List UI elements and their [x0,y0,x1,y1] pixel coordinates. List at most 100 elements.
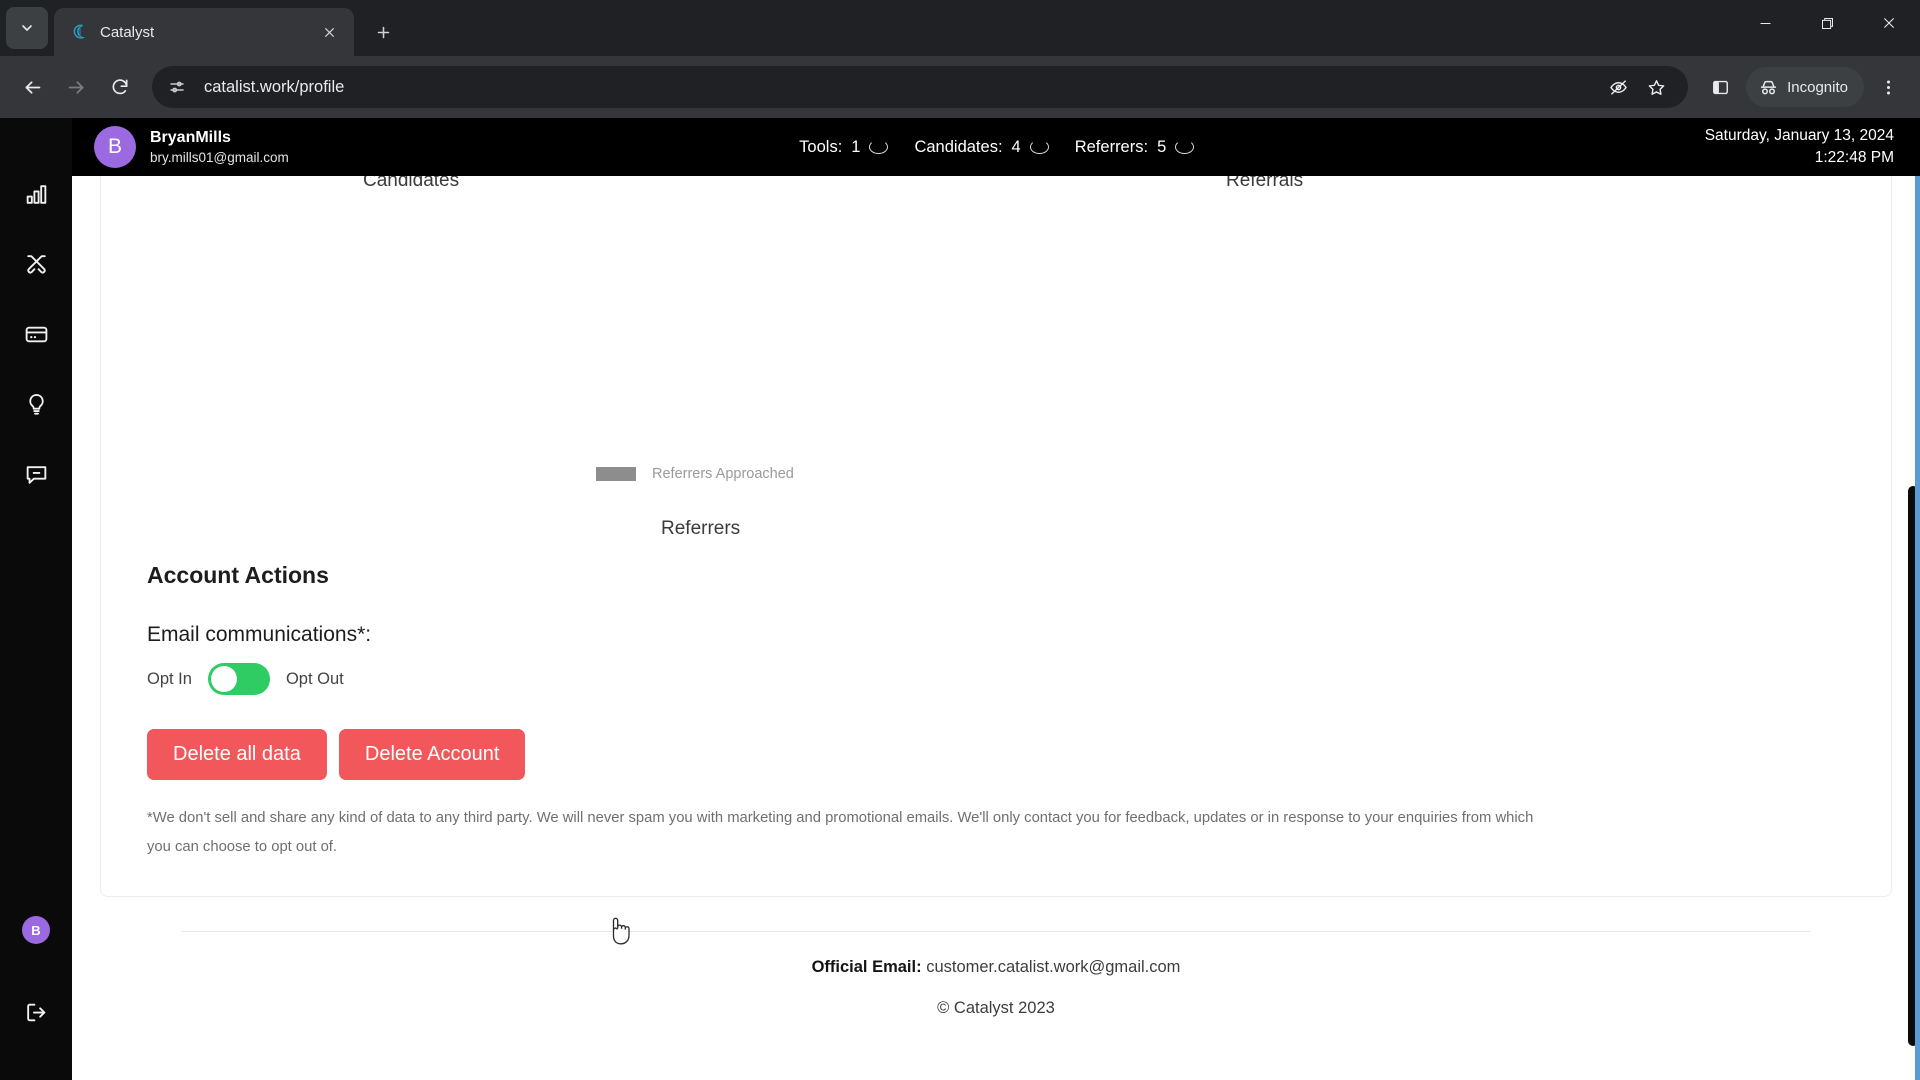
footer-email-value[interactable]: customer.catalist.work@gmail.com [926,958,1180,976]
close-icon [324,27,334,37]
header-clock: Saturday, January 13, 2024 1:22:48 PM [1705,125,1894,169]
forward-arrow-icon [68,80,83,94]
tools-hammer-wrench-icon [26,254,46,273]
web-content-viewport: B B BryanMills bry.mills01@gmail.com Too… [0,118,1920,1080]
avatar[interactable]: B [94,126,136,168]
stat-candidates-value: 4 [1011,137,1021,156]
logout-arrow-icon [26,1003,45,1021]
window-maximize-button[interactable] [1796,0,1858,46]
forward-button[interactable] [56,67,96,107]
referrers-chart-label: Referrers [661,518,741,539]
browser-tab-catalyst[interactable]: Catalyst [54,8,354,56]
tune-sliders-icon [170,81,184,93]
bookmark-button[interactable] [1638,69,1674,105]
sidebar-item-analytics[interactable] [12,170,60,218]
referrals-chart-label: Referrals [1226,176,1304,191]
url-text[interactable]: catalist.work/profile [204,78,1600,97]
sidebar-avatar[interactable]: B [22,916,50,944]
user-name: BryanMills [150,129,231,147]
candidates-chart[interactable]: Candidates [101,176,996,506]
tracking-protection-button[interactable] [1600,69,1636,105]
bar-chart-icon [26,184,46,204]
header-time: 1:22:48 PM [1814,149,1894,166]
side-panel-button[interactable] [1700,67,1740,107]
credit-card-icon [25,326,47,342]
footer-copyright: © Catalyst 2023 [937,998,1055,1017]
delete-all-data-button[interactable]: Delete all data [147,729,327,780]
window-minimize-button[interactable] [1734,0,1796,46]
close-icon [1883,17,1895,29]
tab-search-button[interactable] [6,7,48,49]
header-date: Saturday, January 13, 2024 [1704,127,1894,144]
site-settings-button[interactable] [162,72,192,102]
chrome-menu-button[interactable] [1868,67,1908,107]
referrers-chart-legend[interactable]: Referrers Approached [596,466,794,482]
email-opt-toggle-row: Opt In Opt Out [147,663,1891,695]
footer-email-label: Official Email: [811,957,922,976]
sidebar-item-messages[interactable] [12,450,60,498]
candidates-chart-label: Candidates [363,176,460,191]
sidebar-footer: B [12,916,60,1080]
three-dot-menu-icon [1886,79,1890,95]
minimize-icon [1760,22,1770,24]
page-focus-ring [1915,176,1920,1080]
incognito-label: Incognito [1787,78,1848,96]
side-panel-icon [1712,80,1728,94]
window-close-button[interactable] [1858,0,1920,46]
privacy-fineprint: *We don't sell and share any kind of dat… [147,810,1534,855]
account-actions-title: Account Actions [147,562,329,588]
app-main: B BryanMills bry.mills01@gmail.com Tools… [72,118,1920,1080]
stat-tools: Tools: 1 [799,137,889,157]
delete-account-button[interactable]: Delete Account [338,729,526,780]
app-sidebar: B [0,118,72,1080]
opt-in-label: Opt In [147,669,192,688]
eye-slash-icon [1609,79,1627,95]
account-actions-section: Account Actions Email communications*: O… [101,562,1891,862]
stat-tools-value: 1 [851,137,861,156]
header-user-block[interactable]: B BryanMills bry.mills01@gmail.com [94,126,289,168]
sidebar-item-ideas[interactable] [12,380,60,428]
header-user-text: BryanMills bry.mills01@gmail.com [150,127,289,167]
back-arrow-icon [25,80,40,94]
header-stats: Tools: 1 Candidates: 4 Referrers: 5 [799,137,1195,157]
incognito-profile-button[interactable]: Incognito [1746,67,1864,107]
new-tab-button[interactable] [366,15,400,49]
coin-icon [869,140,889,154]
stat-referrers: Referrers: 5 [1075,138,1195,157]
legend-swatch-referrers-approached [596,467,636,481]
coin-icon [1175,140,1195,154]
window-controls [1734,0,1920,46]
referrals-chart[interactable]: Referrals [996,176,1891,506]
sidebar-logout-button[interactable] [12,988,60,1036]
reload-icon [112,79,128,95]
stat-tools-label: Tools: [799,137,843,156]
stat-referrers-value: 5 [1157,137,1167,156]
chevron-down-icon [22,25,32,31]
sidebar-item-billing[interactable] [12,310,60,358]
tab-close-button[interactable] [316,19,342,45]
catalyst-logo-icon [70,22,90,42]
reload-button[interactable] [100,67,140,107]
catalyst-logo-glyph [73,24,86,39]
stat-candidates-label: Candidates: [914,137,1003,156]
email-communications-toggle[interactable] [207,663,270,695]
star-icon [1648,79,1664,95]
sidebar-item-tools[interactable] [12,240,60,288]
plus-icon [377,26,389,38]
address-bar[interactable]: catalist.work/profile [152,66,1689,108]
profile-card: Candidates Referrals Referrers Approache… [100,176,1892,897]
chat-message-icon [26,465,46,484]
charts-region: Candidates Referrals Referrers Approache… [101,176,1891,539]
omnibox-actions [1600,69,1674,105]
opt-out-label: Opt Out [285,669,344,688]
incognito-hat-icon [1761,80,1777,94]
back-button[interactable] [12,67,52,107]
tab-title: Catalyst [100,23,155,41]
chrome-browser-window: Catalyst catalist.work/profile Incognito… [0,0,1920,1080]
tab-strip: Catalyst [0,0,1920,56]
stat-referrers-label: Referrers: [1074,137,1149,156]
profile-page: Candidates Referrals Referrers Approache… [72,176,1920,1080]
coin-icon [1029,140,1049,154]
maximize-icon [1821,17,1833,29]
lightbulb-icon [28,393,44,415]
